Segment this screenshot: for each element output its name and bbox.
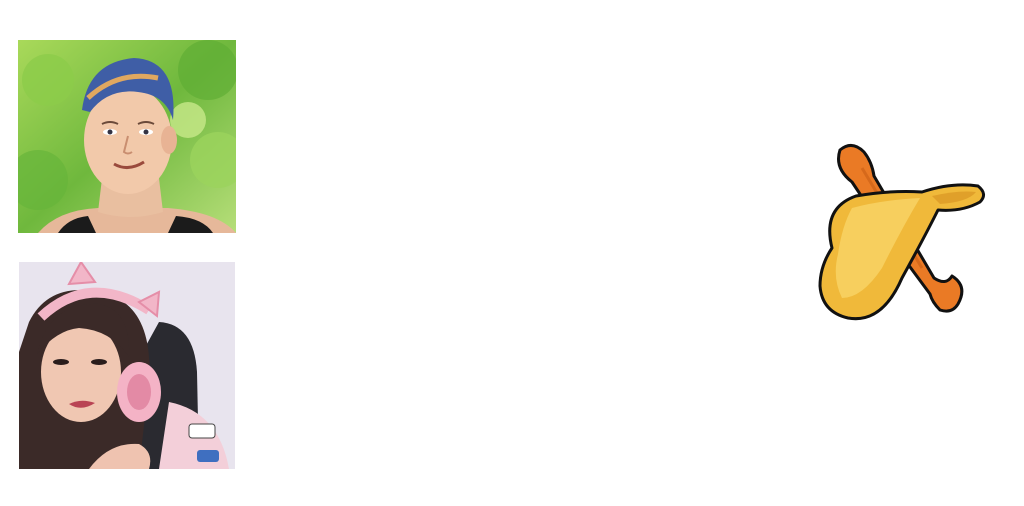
- portrait-woman-image: [19, 262, 235, 469]
- portrait-man-image: [18, 40, 236, 233]
- snack-logo: [812, 138, 988, 324]
- potato-chip-and-stick-icon: [818, 144, 985, 321]
- portrait-woman-headphones-icon: [19, 262, 235, 469]
- portrait-man-icon: [18, 40, 236, 233]
